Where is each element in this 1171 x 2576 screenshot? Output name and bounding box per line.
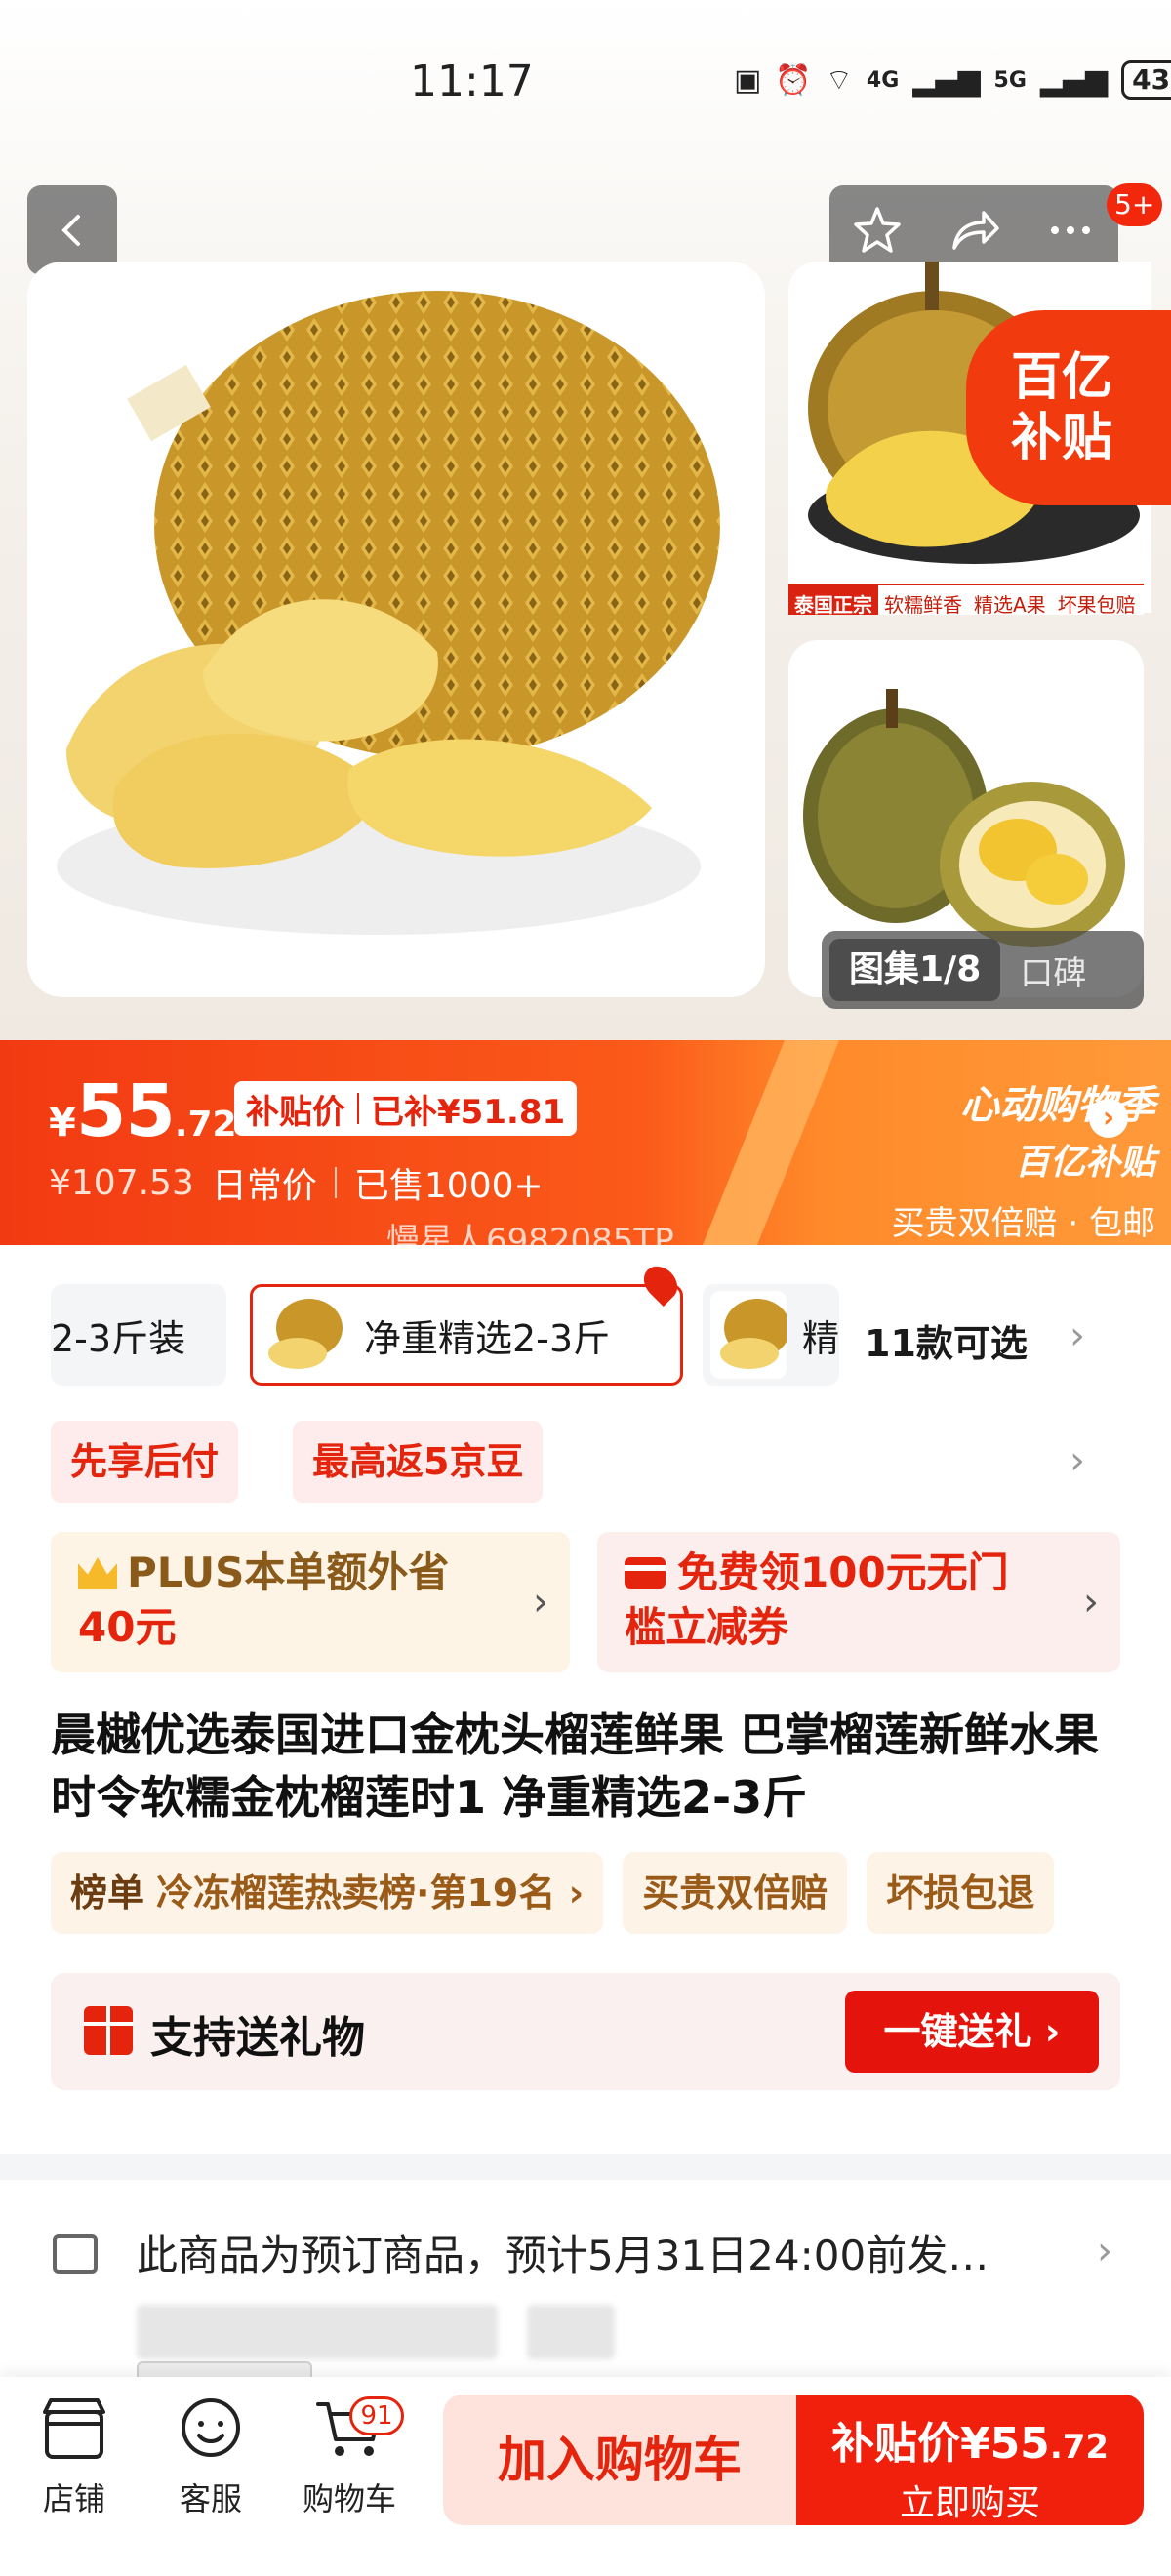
status-time: 11:17 [410,57,534,106]
durian-image [57,291,720,935]
status-bar: 11:17 ▣ ⏰ ⌔ 4G ▂▄▆ 5G ▂▄▆ 43 [0,0,1171,176]
signal-4g: 4G [866,67,900,93]
service-nav[interactable]: 客服 [152,2395,269,2519]
variant-option-selected[interactable]: 净重精选2-3斤 [250,1284,683,1386]
section-divider [0,2154,1171,2180]
free-coupon[interactable]: 免费领100元无门 槛立减券 › [597,1532,1120,1672]
subsidy-price-tag: 补贴价 已补¥51.81 [234,1081,578,1136]
album-tab[interactable]: 图集1/8 [829,939,1001,1001]
gallery-switcher: 图集1/8 口碑 [822,931,1144,1009]
chevron-left-icon [61,215,80,246]
store-icon [35,2395,113,2465]
banner-divider [703,1040,839,1245]
promo-arrow-icon[interactable]: › [1089,1099,1128,1138]
shop-nav[interactable]: 店铺 [16,2395,133,2519]
more-dots-icon [1050,226,1090,234]
sold-count: 已售1000+ [353,1166,544,1206]
gift-label: 支持送礼物 [150,2013,365,2063]
chevron-right-icon: › [533,1580,548,1625]
product-gallery: 11:17 ▣ ⏰ ⌔ 4G ▂▄▆ 5G ▂▄▆ 43 5+ 百亿 补贴 泰国… [0,0,1171,1040]
notification-badge: 5+ [1107,183,1163,226]
ranking-chip[interactable]: 榜单 冷冻榴莲热卖榜·第19名 › [51,1852,604,1934]
signal-5g: 5G [993,67,1027,93]
send-gift-button[interactable]: 一键送礼 › [845,1991,1099,2073]
signal-bars-icon-2: ▂▄▆ [1039,62,1109,98]
cart-count-badge: 91 [349,2396,404,2435]
truck-icon [53,2234,98,2274]
variant-thumb-image [261,1291,348,1379]
customer-service-icon [172,2395,250,2465]
plus-coupon[interactable]: PLUS本单额外省 40元 › [51,1532,570,1672]
delivery-info[interactable]: 此商品为预订商品，预计5月31日24:00前发… › [0,2180,1171,2400]
chevron-right-icon: › [555,1872,585,1914]
share-icon [952,211,999,250]
ranking-row: 榜单 冷冻榴莲热卖榜·第19名 › 买贵双倍赔 坏损包退 [51,1852,1055,1934]
original-price-label: 日常价 [211,1166,317,1206]
variant-option-3[interactable]: 精 [703,1284,839,1386]
variant-thumb-image-3 [710,1291,787,1379]
blurred-address-2 [527,2305,615,2359]
signal-bars-icon: ▂▄▆ [912,62,981,98]
blurred-address [137,2305,498,2359]
chevron-right-icon: › [1097,2229,1112,2274]
current-price: ¥ 55 .72 [49,1069,237,1153]
product-title: 晨樾优选泰国进口金枕头榴莲鲜果 巴掌榴莲新鲜水果 时令软糯金枕榴莲时1 净重精选… [51,1709,1100,1824]
gift-icon [84,2006,133,2055]
user-watermark: 慢星人6982085TP [386,1222,674,1261]
add-to-cart-button[interactable]: 加入购物车 [443,2395,796,2525]
buy-now-button[interactable]: 补贴价¥55.72 立即购买 [796,2395,1144,2525]
variant-option-1[interactable]: 2-3斤装 [51,1284,226,1386]
delivery-text: 此商品为预订商品，预计5月31日24:00前发… [137,2232,989,2279]
double-compensation-chip[interactable]: 买贵双倍赔 [623,1852,848,1934]
alarm-icon: ⏰ [775,62,812,98]
battery-indicator: 43 [1121,60,1171,100]
damage-refund-chip[interactable]: 坏损包退 [867,1852,1055,1934]
more-button[interactable] [1043,203,1098,258]
chevron-right-icon[interactable]: › [1070,1313,1085,1358]
variant-count[interactable]: 11款可选 [865,1313,1028,1367]
pay-later-tag[interactable]: 先享后付 [51,1421,239,1503]
favorite-button[interactable] [850,203,905,258]
gift-bar: 支持送礼物 一键送礼 › [51,1973,1120,2090]
thumbnail-tag-strip: 泰国正宗 软糯鲜香 精选A果 坏果包赔 [788,584,1144,617]
chevron-right-icon[interactable]: › [1070,1438,1085,1483]
reviews-tab[interactable]: 口碑 [1000,946,1106,994]
chevron-right-icon: › [1083,1580,1099,1625]
share-button[interactable] [947,203,1001,258]
star-icon [854,207,902,253]
price-subline: ¥107.53 日常价 已售1000+ [49,1157,544,1208]
billion-subsidy-stamp: 百亿 补贴 [966,310,1171,505]
main-product-photo[interactable] [27,262,765,997]
nfc-icon: ▣ [734,62,762,98]
status-icons: ▣ ⏰ ⌔ 4G ▂▄▆ 5G ▂▄▆ 43 [734,60,1171,100]
wifi-icon: ⌔ [825,63,853,98]
coupon-card-icon [625,1557,666,1589]
original-price: ¥107.53 [49,1162,194,1203]
crown-icon [78,1557,117,1589]
jd-beans-tag[interactable]: 最高返5京豆 [293,1421,544,1503]
